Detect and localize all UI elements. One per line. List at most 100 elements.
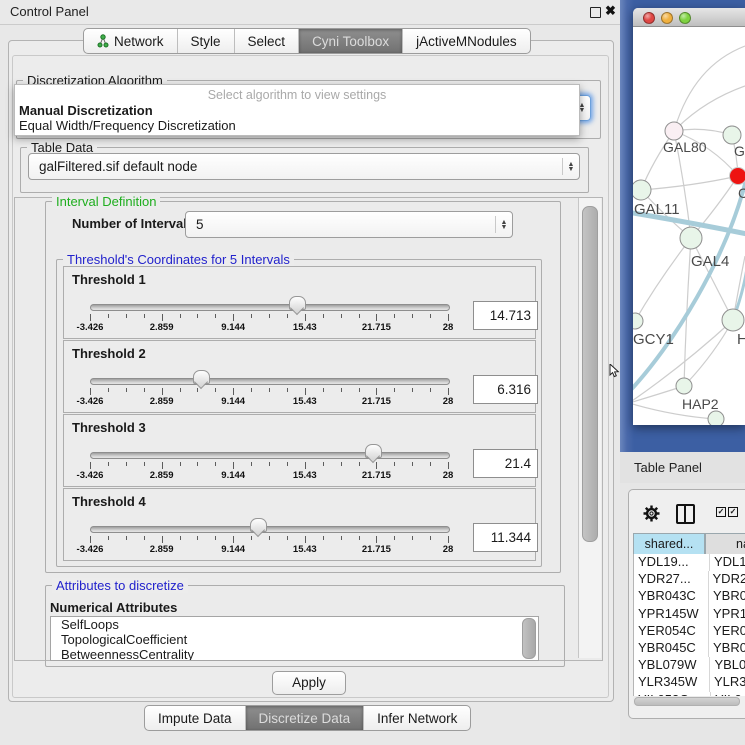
tab-cyni-toolbox[interactable]: Cyni Toolbox bbox=[298, 29, 402, 53]
num-intervals-spinner[interactable]: 5 ▲▼ bbox=[185, 211, 513, 238]
tick-label: 2.859 bbox=[137, 470, 187, 481]
tab-infer-network[interactable]: Infer Network bbox=[363, 706, 470, 730]
tab-select[interactable]: Select bbox=[234, 29, 299, 53]
major-tick bbox=[162, 462, 163, 469]
tick-label: 28 bbox=[423, 396, 473, 407]
settings-gear-icon[interactable] bbox=[643, 505, 660, 522]
minor-tick bbox=[359, 388, 360, 392]
minor-tick bbox=[126, 536, 127, 540]
network-edge bbox=[635, 238, 691, 321]
attribute-item[interactable]: TopologicalCoefficient bbox=[51, 632, 538, 647]
minor-tick bbox=[412, 388, 413, 392]
threshold-value-field[interactable]: 6.316 bbox=[473, 375, 538, 404]
major-tick bbox=[376, 462, 377, 469]
table-row[interactable]: YLR345WYLR3 bbox=[634, 674, 745, 691]
network-node[interactable] bbox=[633, 180, 651, 200]
checkbox-icon[interactable]: ✓ bbox=[716, 507, 726, 517]
table-row[interactable]: YDL19...YDL1 bbox=[634, 554, 745, 571]
table-data-combobox[interactable]: galFiltered.sif default node ▲▼ bbox=[28, 153, 580, 180]
float-window-icon[interactable] bbox=[590, 7, 601, 18]
tick-label: 28 bbox=[423, 470, 473, 481]
network-node[interactable] bbox=[708, 411, 724, 425]
minor-tick bbox=[144, 536, 145, 540]
dropdown-option-manual-discretization[interactable]: Manual Discretization bbox=[19, 103, 153, 118]
name-cell: YBR0 bbox=[709, 640, 745, 657]
network-node[interactable] bbox=[680, 227, 702, 249]
node-label: GAL80 bbox=[663, 139, 707, 155]
network-node[interactable] bbox=[633, 313, 643, 329]
table-panel-title: Table Panel bbox=[634, 460, 702, 475]
threshold-slider-track[interactable] bbox=[90, 378, 450, 385]
table-row[interactable]: YBL079WYBL0 bbox=[634, 657, 745, 674]
threshold-slider-thumb[interactable] bbox=[289, 296, 306, 310]
major-tick bbox=[448, 462, 449, 469]
threshold-slider-track[interactable] bbox=[90, 304, 450, 311]
threshold-slider-thumb[interactable] bbox=[365, 444, 382, 458]
major-tick bbox=[448, 314, 449, 321]
zoom-traffic-light[interactable] bbox=[679, 12, 691, 24]
threshold-value-field[interactable]: 14.713 bbox=[473, 301, 538, 330]
threshold-value-field[interactable]: 21.4 bbox=[473, 449, 538, 478]
column-layout-icon[interactable] bbox=[676, 504, 695, 524]
checkbox-icon[interactable]: ✓ bbox=[728, 507, 738, 517]
attribute-item[interactable]: BetweennessCentrality bbox=[51, 647, 538, 661]
table-row[interactable]: YER054CYER0 bbox=[634, 623, 745, 640]
table-row[interactable]: YDR27...YDR2 bbox=[634, 571, 745, 588]
tab-label: jActiveMNodules bbox=[416, 34, 517, 49]
tab-jactivemnodules[interactable]: jActiveMNodules bbox=[402, 29, 530, 53]
threshold-slider-track[interactable] bbox=[90, 526, 450, 533]
column-header[interactable]: na bbox=[705, 533, 745, 555]
threshold-label: Threshold 4 bbox=[72, 494, 146, 509]
node-label: GAL11 bbox=[634, 201, 680, 218]
tab-style[interactable]: Style bbox=[177, 29, 234, 53]
table-row[interactable]: YBR043CYBR0 bbox=[634, 588, 745, 605]
minor-tick bbox=[197, 314, 198, 318]
major-tick bbox=[162, 314, 163, 321]
minor-tick bbox=[430, 536, 431, 540]
node-table: YDL19...YDL1YDR27...YDR2YBR043CYBR0YPR14… bbox=[633, 554, 745, 696]
attributes-list-scrollbar[interactable] bbox=[522, 618, 536, 659]
thresholds-group-title: Threshold's Coordinates for 5 Intervals bbox=[63, 252, 294, 267]
network-canvas[interactable]: GAL80GACGAL11GAL4GCY1HHAP2 bbox=[633, 26, 745, 425]
attribute-item[interactable]: SelfLoops bbox=[51, 617, 538, 632]
table-row[interactable]: YPR145WYPR1 bbox=[634, 606, 745, 623]
network-node[interactable] bbox=[722, 309, 744, 331]
threshold-slider-thumb[interactable] bbox=[250, 518, 267, 532]
network-window-titlebar[interactable] bbox=[633, 8, 745, 27]
network-node[interactable] bbox=[730, 168, 745, 185]
tick-label: 28 bbox=[423, 544, 473, 555]
major-tick bbox=[233, 462, 234, 469]
tick-label: -3.426 bbox=[65, 322, 115, 333]
threshold-slider-thumb[interactable] bbox=[193, 370, 210, 384]
network-node[interactable] bbox=[723, 126, 741, 144]
tab-impute-data[interactable]: Impute Data bbox=[145, 706, 245, 730]
column-header[interactable]: shared... bbox=[633, 533, 705, 555]
table-hscrollbar-track[interactable] bbox=[633, 696, 740, 705]
dropdown-option-equal-width-frequency-discretization[interactable]: Equal Width/Frequency Discretization bbox=[19, 118, 236, 133]
shared-name-cell: YBR043C bbox=[634, 588, 709, 605]
threshold-slider-track[interactable] bbox=[90, 452, 450, 459]
network-node[interactable] bbox=[676, 378, 692, 394]
minor-tick bbox=[341, 314, 342, 318]
node-label: GCY1 bbox=[633, 331, 674, 348]
threshold-value-field[interactable]: 11.344 bbox=[473, 523, 538, 552]
minimize-traffic-light[interactable] bbox=[661, 12, 673, 24]
vertical-scrollbar-thumb[interactable] bbox=[582, 206, 598, 542]
table-hscrollbar-thumb[interactable] bbox=[634, 697, 740, 706]
close-traffic-light[interactable] bbox=[643, 12, 655, 24]
name-cell: YDL1 bbox=[710, 554, 745, 571]
minor-tick bbox=[180, 462, 181, 466]
close-icon[interactable]: ✖ bbox=[605, 3, 616, 19]
major-tick bbox=[162, 388, 163, 395]
tab-discretize-data[interactable]: Discretize Data bbox=[245, 706, 364, 730]
tab-network[interactable]: Network bbox=[84, 29, 177, 53]
minor-tick bbox=[251, 536, 252, 540]
apply-button[interactable]: Apply bbox=[272, 671, 346, 695]
network-node[interactable] bbox=[665, 122, 683, 140]
attributes-list: SelfLoopsTopologicalCoefficientBetweenne… bbox=[50, 616, 539, 661]
major-tick bbox=[305, 388, 306, 395]
network-icon bbox=[97, 34, 109, 48]
mouse-cursor bbox=[609, 364, 621, 378]
table-row[interactable]: YBR045CYBR0 bbox=[634, 640, 745, 657]
major-tick bbox=[233, 314, 234, 321]
